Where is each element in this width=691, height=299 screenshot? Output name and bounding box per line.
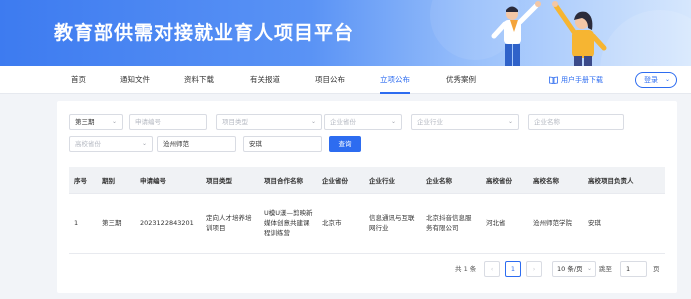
manual-download-link[interactable]: 用户手册下载	[549, 66, 603, 94]
page-size-select[interactable]: 10 条/页 ⌄	[552, 261, 596, 277]
leader-input[interactable]: 安琪	[243, 136, 322, 152]
row-index: 1	[69, 193, 97, 254]
company-name-input[interactable]: 企业名称	[528, 114, 624, 130]
company-province-select[interactable]: 企业省份 ⌄	[324, 114, 402, 130]
jump-label: 跳至	[599, 265, 612, 273]
page-1-button[interactable]: 1	[505, 261, 521, 277]
row-leader: 安琪	[583, 193, 665, 254]
school-province-placeholder: 高校省份	[75, 140, 101, 148]
chevron-down-icon: ⌄	[390, 118, 396, 125]
header-cell: 高校省份	[481, 167, 528, 194]
application-no-input[interactable]: 申请编号	[129, 114, 207, 130]
chevron-down-icon: ⌄	[310, 118, 316, 125]
header-cell: 序号	[69, 167, 97, 194]
nav-approval-publish[interactable]: 立项公布	[380, 66, 410, 94]
login-button[interactable]: 登录 ⌄	[635, 72, 677, 88]
row-application-no: 2023122843201	[135, 193, 201, 254]
header-cell: 高校名称	[528, 167, 583, 194]
page-unit-label: 页	[653, 265, 660, 273]
header-cell: 申请编号	[135, 167, 201, 194]
row-project-name: U模U漾—剪映新媒体创意共建课程训练营	[259, 193, 317, 254]
chevron-down-icon: ⌄	[507, 118, 513, 125]
header-cell: 项目合作名称	[259, 167, 317, 194]
row-company-industry: 信息通讯与互联网行业	[364, 193, 421, 254]
nav-downloads[interactable]: 资料下载	[184, 66, 214, 94]
header-banner: 教育部供需对接就业育人项目平台	[0, 0, 691, 66]
search-results-card: 第三期 ⌄ 申请编号 项目类型 ⌄ 企业省份 ⌄ 企业行业 ⌄ 企业名称 高校省份 ⌄ 沧…	[57, 101, 677, 293]
company-province-placeholder: 企业省份	[330, 118, 356, 126]
next-page-button[interactable]: ›	[526, 261, 542, 277]
company-industry-placeholder: 企业行业	[417, 118, 443, 126]
row-school-province: 河北省	[481, 193, 528, 254]
company-industry-select[interactable]: 企业行业 ⌄	[411, 114, 519, 130]
page-size-value: 10 条/页	[557, 265, 583, 273]
school-province-select[interactable]: 高校省份 ⌄	[69, 136, 153, 152]
table-row: 1 第三期 2023122843201 定向人才培养培训项目 U模U漾—剪映新媒…	[69, 193, 665, 254]
query-button[interactable]: 查询	[329, 136, 361, 152]
period-value: 第三期	[75, 118, 95, 126]
table-header-row: 序号 期别 申请编号 项目类型 项目合作名称 企业省份 企业行业 企业名称 高校…	[69, 167, 665, 194]
prev-page-button[interactable]: ‹	[484, 261, 500, 277]
chevron-down-icon: ⌄	[141, 140, 147, 147]
header-cell: 高校项目负责人	[583, 167, 665, 194]
project-type-placeholder: 项目类型	[222, 118, 248, 126]
login-label: 登录	[644, 76, 658, 84]
main-nav: 首页 通知文件 资料下载 有关报道 项目公布 立项公布 优秀案例 用户手册下载 …	[0, 66, 691, 94]
school-name-input[interactable]: 沧州师范	[157, 136, 236, 152]
row-school-name: 沧州师范学院	[528, 193, 583, 254]
book-icon	[549, 76, 558, 84]
nav-excellent-cases[interactable]: 优秀案例	[446, 66, 476, 94]
chevron-down-icon: ⌄	[586, 265, 592, 272]
nav-notices[interactable]: 通知文件	[120, 66, 150, 94]
period-select[interactable]: 第三期 ⌄	[69, 114, 123, 130]
people-illustration	[491, 1, 607, 66]
header-cell: 项目类型	[201, 167, 259, 194]
project-type-select[interactable]: 项目类型 ⌄	[216, 114, 322, 130]
chevron-down-icon: ⌄	[111, 118, 117, 125]
results-table: 序号 期别 申请编号 项目类型 项目合作名称 企业省份 企业行业 企业名称 高校…	[69, 167, 665, 254]
header-cell: 企业名称	[421, 167, 481, 194]
row-period: 第三期	[97, 193, 135, 254]
site-title: 教育部供需对接就业育人项目平台	[54, 22, 355, 44]
chevron-down-icon: ⌄	[664, 76, 670, 83]
header-cell: 企业省份	[317, 167, 364, 194]
row-company-name: 北京抖音信息服务有限公司	[421, 193, 481, 254]
jump-page-input[interactable]: 1	[620, 261, 647, 277]
header-cell: 期别	[97, 167, 135, 194]
nav-project-publish[interactable]: 项目公布	[315, 66, 345, 94]
manual-download-label: 用户手册下载	[561, 76, 603, 84]
nav-reports[interactable]: 有关报道	[250, 66, 280, 94]
row-company-province: 北京市	[317, 193, 364, 254]
row-project-type: 定向人才培养培训项目	[201, 193, 259, 254]
header-cell: 企业行业	[364, 167, 421, 194]
nav-home[interactable]: 首页	[71, 66, 86, 94]
total-count: 共 1 条	[455, 265, 477, 273]
